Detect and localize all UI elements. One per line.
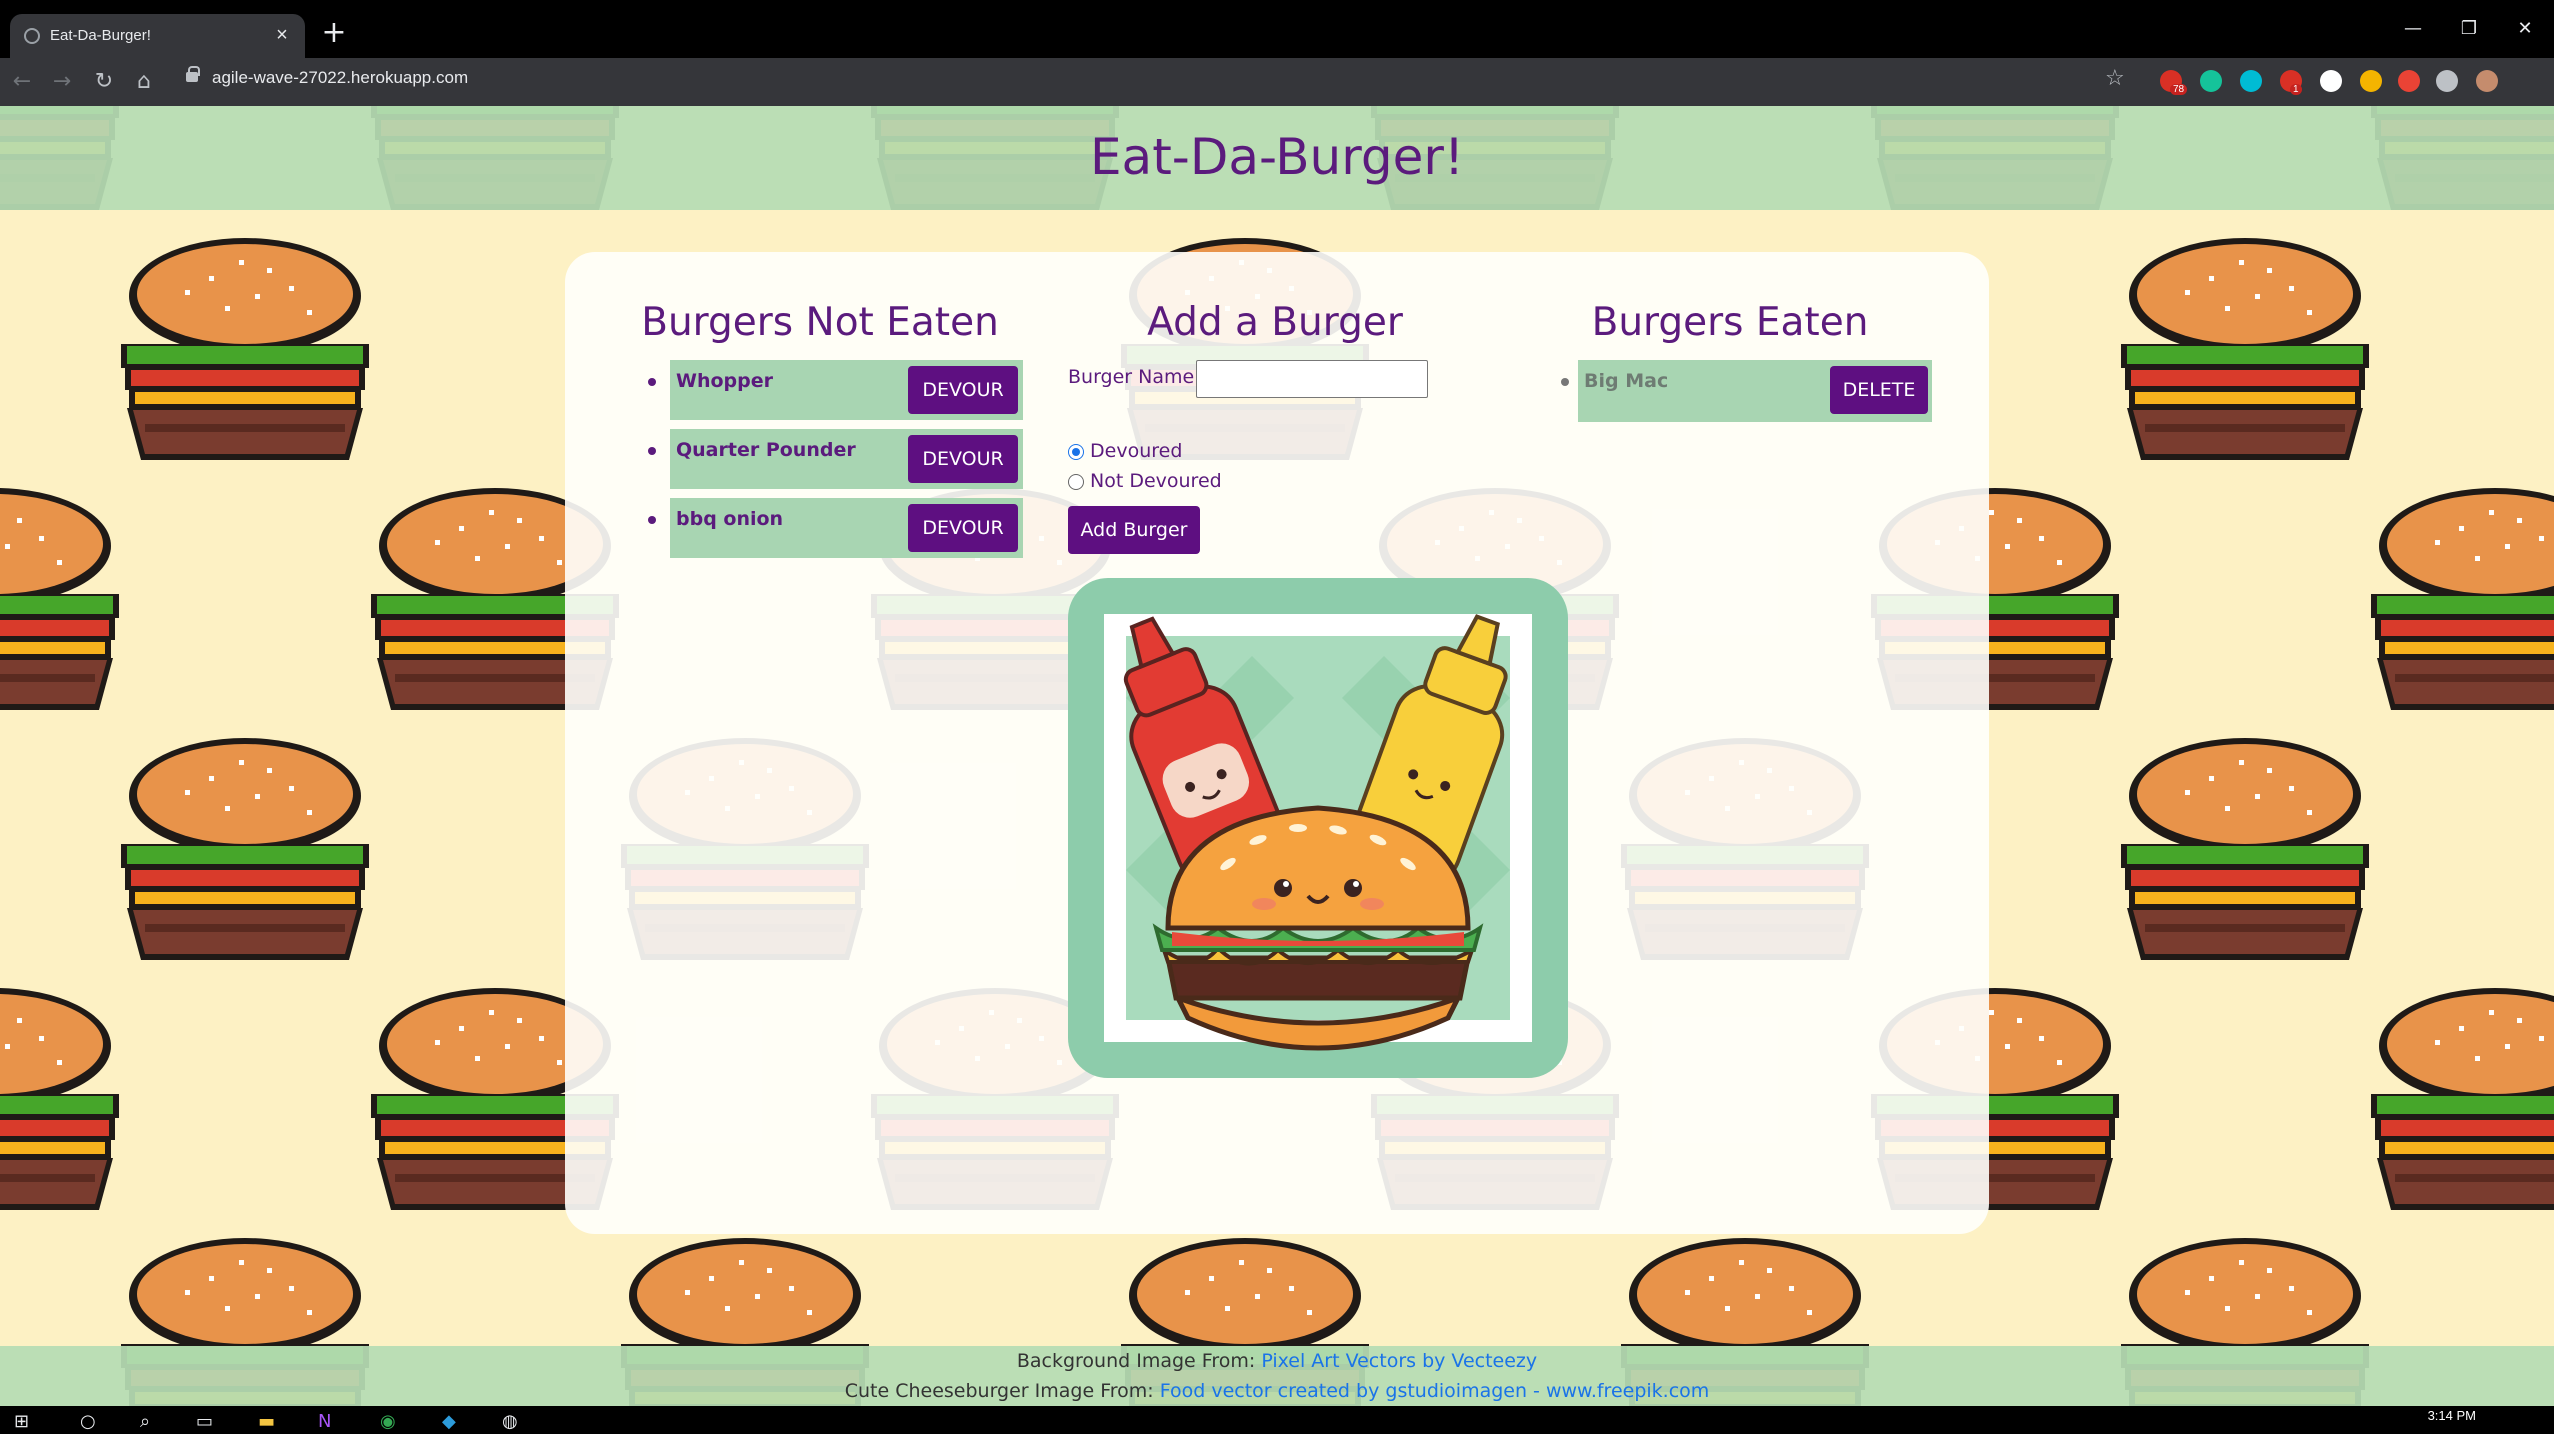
file-explorer-icon[interactable]: ▬: [258, 1410, 275, 1434]
list-item: Quarter Pounder DEVOUR: [670, 429, 1023, 489]
extension-badge: 78: [2170, 84, 2188, 95]
burger-name-input[interactable]: [1196, 360, 1428, 398]
minimize-icon[interactable]: —: [2398, 18, 2428, 39]
tab-strip: Eat-Da-Burger! × + — ❐ ✕: [0, 0, 2554, 58]
ext-camera-icon[interactable]: [2398, 70, 2420, 92]
pixel-burger-icon: [2371, 488, 2554, 710]
forward-icon[interactable]: →: [48, 68, 76, 96]
freepik-link[interactable]: Food vector created by gstudioimagen - w…: [1160, 1380, 1710, 1402]
list-item: Big Mac DELETE: [1578, 360, 1932, 422]
extension-badge: 1: [2290, 84, 2302, 95]
address-bar[interactable]: agile-wave-27022.herokuapp.com: [212, 68, 468, 88]
eaten-heading: Burgers Eaten: [1591, 300, 1869, 345]
page-viewport: Eat-Da-Burger! Burgers Not Eaten Add a B…: [0, 106, 2554, 1406]
pixel-burger-icon: [0, 488, 119, 710]
globe-icon: [24, 28, 40, 44]
chrome-icon[interactable]: ◉: [380, 1410, 396, 1434]
footer-bg-credit-label: Background Image From:: [1016, 1350, 1256, 1372]
lock-icon[interactable]: [186, 66, 200, 82]
pixel-burger-icon: [2121, 738, 2369, 960]
not-devoured-label: Not Devoured: [1090, 470, 1222, 492]
footer-image-credit-label: Cute Cheeseburger Image From:: [844, 1380, 1154, 1402]
list-bullet: [1561, 378, 1569, 386]
pixel-burger-icon: [2121, 238, 2369, 460]
cheeseburger-mascot-image: [1068, 578, 1568, 1078]
add-burger-heading: Add a Burger: [1147, 300, 1403, 345]
burger-name: bbq onion: [676, 508, 784, 530]
list-item: bbq onion DEVOUR: [670, 498, 1023, 558]
pixel-burger-icon: [121, 738, 369, 960]
list-item: Whopper DEVOUR: [670, 360, 1023, 420]
grammarly-icon[interactable]: [2200, 70, 2222, 92]
devoured-radio[interactable]: [1068, 444, 1084, 460]
pixel-burger-icon: [121, 238, 369, 460]
task-view-icon[interactable]: ▭: [196, 1410, 213, 1434]
list-bullet: [648, 447, 656, 455]
burger-name-label: Burger Name:: [1068, 366, 1201, 388]
burger-name: Whopper: [676, 370, 773, 392]
taskbar-clock: 3:14 PM: [2427, 1408, 2476, 1423]
reload-icon[interactable]: ↻: [90, 68, 118, 96]
ext-bottle-icon[interactable]: [2360, 70, 2382, 92]
tab-close-icon[interactable]: ×: [269, 22, 295, 48]
search-icon[interactable]: ○: [80, 1410, 96, 1434]
burger-name: Big Mac: [1584, 370, 1669, 392]
burger-name: Quarter Pounder: [676, 439, 856, 461]
os-taskbar: ⊞ ○ ⌕ ▭ ▬ N ◉ ◆ ◍ 3:14 PM: [0, 1406, 2554, 1434]
bookmark-star-icon[interactable]: ☆: [2105, 66, 2125, 91]
delete-button[interactable]: DELETE: [1830, 366, 1928, 414]
add-burger-button[interactable]: Add Burger: [1068, 506, 1200, 554]
window-close-icon[interactable]: ✕: [2510, 18, 2540, 39]
restore-icon[interactable]: ❐: [2454, 18, 2484, 39]
not-eaten-heading: Burgers Not Eaten: [641, 300, 999, 345]
browser-tab[interactable]: Eat-Da-Burger! ×: [10, 14, 305, 58]
list-bullet: [648, 378, 656, 386]
ext-m-icon[interactable]: [2240, 70, 2262, 92]
ext-white-circle-icon[interactable]: [2320, 70, 2342, 92]
page-title: Eat-Da-Burger!: [1089, 128, 1465, 186]
devoured-label: Devoured: [1090, 440, 1183, 462]
vscode-icon[interactable]: ◆: [442, 1410, 456, 1434]
search-icon-2[interactable]: ⌕: [140, 1410, 150, 1434]
list-bullet: [648, 516, 656, 524]
onenote-icon[interactable]: N: [318, 1410, 331, 1434]
pixel-burger-icon: [0, 988, 119, 1210]
windows-start-icon[interactable]: ⊞: [14, 1410, 29, 1434]
puzzle-extensions-icon[interactable]: [2436, 70, 2458, 92]
devour-button[interactable]: DEVOUR: [908, 504, 1018, 552]
home-icon[interactable]: ⌂: [130, 68, 158, 96]
profile-avatar[interactable]: [2476, 70, 2498, 92]
vecteezy-link[interactable]: Pixel Art Vectors by Vecteezy: [1261, 1350, 1537, 1372]
tab-title: Eat-Da-Burger!: [50, 27, 151, 44]
new-tab-button[interactable]: +: [320, 18, 348, 48]
back-icon[interactable]: ←: [8, 68, 36, 96]
devour-button[interactable]: DEVOUR: [908, 435, 1018, 483]
devour-button[interactable]: DEVOUR: [908, 366, 1018, 414]
app-icon[interactable]: ◍: [502, 1410, 518, 1434]
footer: Background Image From: Pixel Art Vectors…: [0, 1346, 2554, 1406]
pixel-burger-icon: [2371, 988, 2554, 1210]
not-devoured-radio[interactable]: [1068, 474, 1084, 490]
